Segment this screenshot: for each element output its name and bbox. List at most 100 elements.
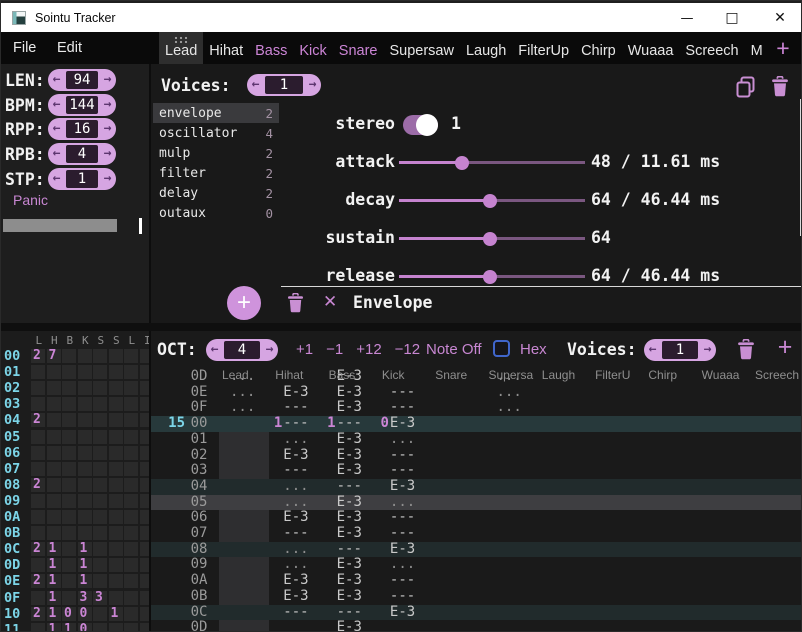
note-cell[interactable] <box>750 589 802 605</box>
note-cell[interactable]: 1--- <box>324 416 377 432</box>
track-voices-stepper-decrement-button[interactable]: ← <box>644 339 661 361</box>
order-cell[interactable] <box>109 381 123 395</box>
note-cell[interactable] <box>590 620 643 632</box>
stp-stepper-decrement-button[interactable]: ← <box>48 168 65 190</box>
order-cell[interactable]: 2 <box>31 478 45 492</box>
note-cell[interactable]: ... <box>270 495 323 511</box>
track-voices-stepper[interactable]: ←1→ <box>644 339 716 361</box>
note-cell[interactable] <box>697 448 750 464</box>
tab-snare[interactable]: Snare <box>333 32 384 64</box>
note-cell[interactable] <box>217 432 270 448</box>
note-cell[interactable] <box>430 385 483 401</box>
sustain-slider-knob[interactable] <box>483 232 497 246</box>
order-cell[interactable] <box>62 413 76 427</box>
order-cell[interactable] <box>124 397 138 411</box>
add-unit-button[interactable]: + <box>227 286 261 320</box>
order-cell[interactable] <box>31 591 45 605</box>
decay-slider[interactable] <box>399 199 585 202</box>
note-cell[interactable] <box>750 479 802 495</box>
note-cell[interactable] <box>430 605 483 621</box>
note-cell[interactable] <box>697 620 750 632</box>
note-cell[interactable]: ... <box>270 432 323 448</box>
order-cell[interactable] <box>47 430 61 444</box>
order-cell[interactable] <box>62 542 76 556</box>
note-cell[interactable] <box>750 510 802 526</box>
note-cell[interactable] <box>430 495 483 511</box>
order-cell[interactable] <box>109 591 123 605</box>
order-cell[interactable] <box>124 494 138 508</box>
note-cell[interactable] <box>643 369 696 385</box>
note-cell[interactable]: ... <box>377 495 430 511</box>
note-cell[interactable] <box>537 463 590 479</box>
len-stepper-decrement-button[interactable]: ← <box>48 69 65 91</box>
copy-instrument-button[interactable] <box>735 76 757 98</box>
note-cell[interactable] <box>217 479 270 495</box>
note-cell[interactable] <box>217 605 270 621</box>
rpp-stepper-decrement-button[interactable]: ← <box>48 118 65 140</box>
note-cell[interactable] <box>537 416 590 432</box>
note-cell[interactable] <box>643 589 696 605</box>
note-cell[interactable] <box>697 400 750 416</box>
order-cell[interactable] <box>62 558 76 572</box>
rpb-stepper-decrement-button[interactable]: ← <box>48 143 65 165</box>
stereo-toggle[interactable] <box>403 115 438 135</box>
order-cell[interactable] <box>124 542 138 556</box>
note-cell[interactable]: 1--- <box>270 416 323 432</box>
order-cell[interactable] <box>93 494 107 508</box>
order-cell[interactable] <box>140 607 152 621</box>
order-cell[interactable] <box>93 526 107 540</box>
note-cell[interactable]: E-3 <box>324 495 377 511</box>
order-cell[interactable] <box>62 510 76 524</box>
order-cell[interactable] <box>47 526 61 540</box>
unit-item-delay[interactable]: delay2 <box>153 183 279 203</box>
order-cell[interactable] <box>140 446 152 460</box>
note-cell[interactable]: E-3 <box>324 620 377 632</box>
order-cell[interactable] <box>93 381 107 395</box>
note-cell[interactable]: E-3 <box>324 369 377 385</box>
note-cell[interactable]: ... <box>217 400 270 416</box>
note-cell[interactable] <box>217 589 270 605</box>
note-cell[interactable] <box>590 605 643 621</box>
rpp-stepper[interactable]: ←16→ <box>48 118 116 140</box>
note-cell[interactable]: --- <box>270 605 323 621</box>
order-cell[interactable] <box>62 526 76 540</box>
note-cell[interactable] <box>697 385 750 401</box>
rpp-stepper-value[interactable]: 16 <box>66 120 98 138</box>
note-cell[interactable] <box>750 542 802 558</box>
order-cell[interactable] <box>31 526 45 540</box>
note-cell[interactable] <box>270 369 323 385</box>
note-cell[interactable] <box>750 416 802 432</box>
note-cell[interactable] <box>643 385 696 401</box>
order-cell[interactable] <box>31 558 45 572</box>
order-cell[interactable]: 2 <box>31 574 45 588</box>
note-cell[interactable] <box>643 400 696 416</box>
note-cell[interactable] <box>537 605 590 621</box>
order-cell[interactable]: 1 <box>78 542 92 556</box>
transpose-plus1-button[interactable]: +1 <box>296 341 313 358</box>
order-cell[interactable] <box>124 478 138 492</box>
add-instrument-button[interactable]: + <box>763 32 802 64</box>
note-cell[interactable] <box>590 416 643 432</box>
len-stepper-value[interactable]: 94 <box>66 71 98 89</box>
order-cell[interactable] <box>47 365 61 379</box>
note-cell[interactable] <box>643 510 696 526</box>
note-cell[interactable] <box>483 542 536 558</box>
note-cell[interactable]: E-3 <box>324 573 377 589</box>
note-cell[interactable] <box>750 573 802 589</box>
delete-track-button[interactable] <box>737 339 755 360</box>
order-cell[interactable]: 1 <box>47 558 61 572</box>
note-cell[interactable] <box>483 557 536 573</box>
decay-slider-knob[interactable] <box>483 194 497 208</box>
sustain-slider[interactable] <box>399 237 585 240</box>
unit-item-envelope[interactable]: envelope2 <box>153 103 279 123</box>
order-cell[interactable] <box>93 558 107 572</box>
order-cell[interactable]: 1 <box>47 591 61 605</box>
order-cell[interactable] <box>124 574 138 588</box>
note-cell[interactable] <box>537 620 590 632</box>
instrument-voices-stepper-decrement-button[interactable]: ← <box>247 74 264 96</box>
note-cell[interactable] <box>430 432 483 448</box>
order-cell[interactable] <box>124 365 138 379</box>
order-cell[interactable] <box>93 413 107 427</box>
order-cell[interactable] <box>78 349 92 363</box>
order-cell[interactable] <box>62 462 76 476</box>
